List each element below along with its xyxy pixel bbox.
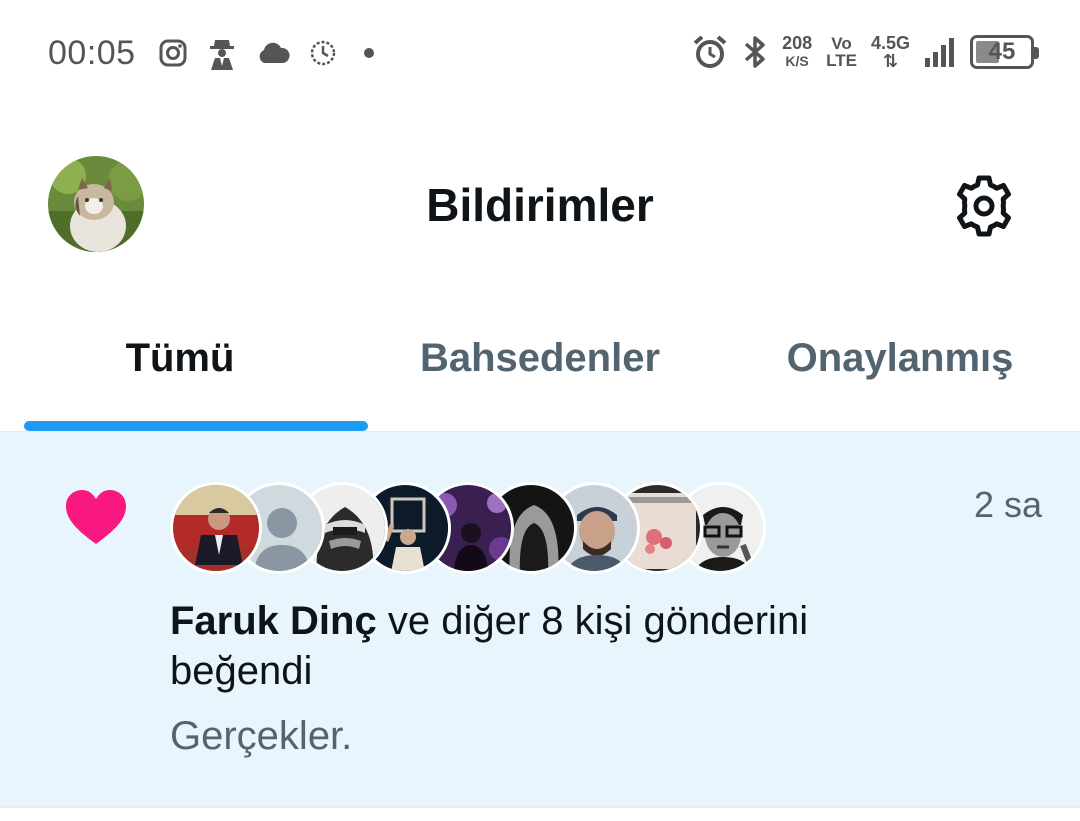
alarm-icon [692,34,728,70]
notification-text: Faruk Dinç ve diğer 8 kişi gönderini beğ… [170,596,950,696]
volte-bottom: LTE [826,51,857,70]
bluetooth-icon [742,34,768,70]
speed-unit: K/S [785,53,809,69]
tab-mentions[interactable]: Bahsedenler [360,310,720,431]
status-bar: 00:05 208 K/S Vo LTE 4.5G ⇅ 45 [0,0,1080,110]
actor-name[interactable]: Faruk Dinç [170,599,377,643]
network-type-label: 4.5G [870,33,910,53]
dot-icon [356,47,382,59]
network-type: 4.5G ⇅ [871,34,910,70]
speed-value: 208 [782,33,813,53]
liker-avatars [170,482,766,574]
cloud-icon [256,41,290,65]
status-icons-right: 208 K/S Vo LTE 4.5G ⇅ 45 [692,34,1039,70]
battery-icon: 45 [970,35,1039,69]
notification-tabs: Tümü Bahsedenler Onaylanmış [0,310,1080,432]
volte-indicator: Vo LTE [826,35,857,69]
notification-time: 2 sa [973,484,1042,525]
app-header: Bildirimler [0,120,1080,290]
tab-all[interactable]: Tümü [0,310,360,431]
signal-icon [924,36,956,68]
status-time: 00:05 [48,34,136,72]
status-icons-left [158,36,382,70]
spy-icon [206,36,238,70]
tab-verified[interactable]: Onaylanmış [720,310,1080,431]
page-title: Bildirimler [426,179,654,231]
active-tab-indicator [24,421,368,431]
battery-level: 45 [988,38,1016,65]
avatar[interactable] [170,482,262,574]
notification-item[interactable]: 2 sa Faruk Dinç ve diğer 8 kişi gönderin… [0,432,1080,808]
network-speed: 208 K/S [782,34,812,70]
post-preview: Gerçekler. [170,714,353,758]
timer-icon [308,38,338,68]
heart-icon [64,488,128,548]
data-arrows-icon: ⇅ [882,51,899,71]
settings-button[interactable] [950,172,1018,240]
volte-top: Vo [831,34,852,53]
gear-icon [957,175,1011,237]
instagram-icon [158,38,188,68]
